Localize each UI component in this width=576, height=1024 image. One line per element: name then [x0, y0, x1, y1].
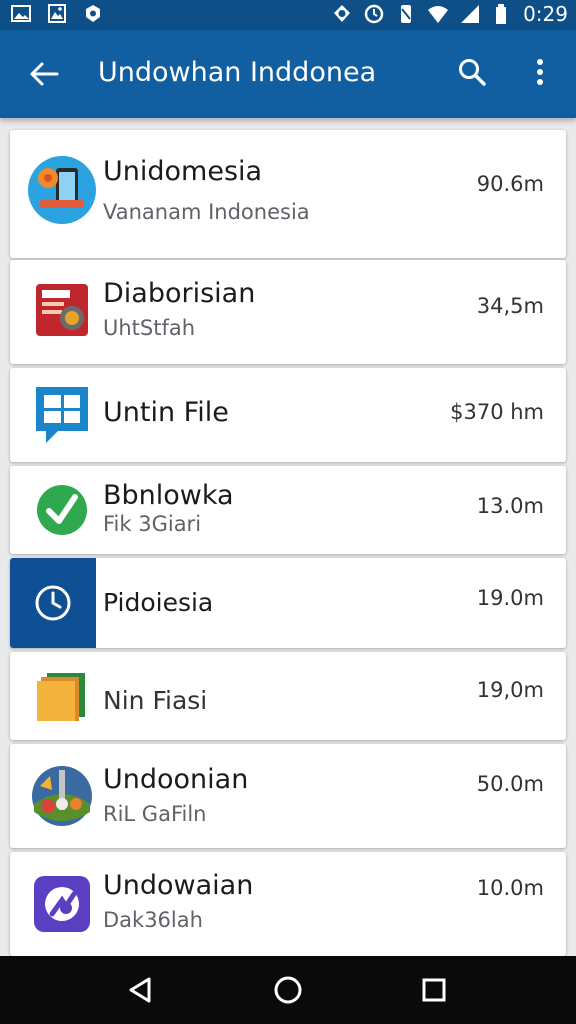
phone-browser-icon: [26, 154, 98, 226]
list-item[interactable]: Undoonian RiL GaFiln 50.0m: [10, 744, 566, 848]
app-subtitle: Vananam Indonesia: [103, 200, 310, 224]
list-item[interactable]: Bbnlowka Fik 3Giari 13.0m: [10, 466, 566, 554]
app-name: Undowaian: [103, 870, 254, 901]
navigation-bar: [0, 956, 576, 1024]
vibrate-icon: [401, 5, 412, 23]
app-subtitle: RiL GaFiln: [103, 802, 207, 826]
app-size: $370 hm: [450, 400, 544, 424]
signal-icon: [461, 5, 480, 23]
status-time: 0:29: [523, 2, 568, 26]
clock-tile: [10, 558, 96, 648]
image-icon: [11, 5, 31, 22]
purple-app-icon: [26, 868, 98, 940]
app-size: 19.0m: [476, 586, 544, 610]
list-item[interactable]: Nin Fiasi 19,0m: [10, 652, 566, 740]
wifi-icon: [428, 6, 449, 23]
arrow-back-icon: [30, 62, 59, 86]
nav-back-button[interactable]: [120, 970, 160, 1010]
battery-icon: [496, 4, 507, 24]
file-window-icon: [26, 379, 98, 451]
list-item[interactable]: Untin File $370 hm: [10, 368, 566, 462]
more-vert-icon: [537, 59, 543, 85]
app-bar: Undowhan Inddonea: [0, 30, 576, 118]
green-check-icon: [26, 474, 98, 546]
app-size: 34,5m: [476, 294, 544, 318]
folder-icon: [26, 660, 98, 732]
page-title: Undowhan Inddonea: [98, 57, 377, 88]
app-name: Pidoiesia: [103, 588, 214, 617]
list-item[interactable]: Pidoiesia 19.0m: [10, 558, 566, 648]
app-name: Unidomesia: [103, 156, 263, 187]
status-bar: 0:29: [0, 0, 576, 30]
square-recents-icon: [422, 978, 446, 1002]
nav-home-button[interactable]: [268, 970, 308, 1010]
search-button[interactable]: [452, 52, 492, 92]
app-name: Nin Fiasi: [103, 686, 208, 715]
app-size: 90.6m: [476, 172, 544, 196]
garden-icon: [26, 760, 98, 832]
list-item[interactable]: Undowaian Dak36lah 10.0m: [10, 852, 566, 956]
list-item[interactable]: Diaborisian UhtStfah 34,5m: [10, 260, 566, 364]
back-button[interactable]: [22, 54, 66, 94]
red-book-icon: [26, 274, 98, 346]
app-subtitle: Fik 3Giari: [103, 512, 202, 536]
app-name: Bbnlowka: [103, 480, 234, 511]
list-item[interactable]: Unidomesia Vananam Indonesia 90.6m: [10, 130, 566, 258]
notification-icon: [86, 5, 100, 22]
app-subtitle: Dak36lah: [103, 908, 203, 932]
nav-recents-button[interactable]: [414, 970, 454, 1010]
app-subtitle: UhtStfah: [103, 316, 196, 340]
app-size: 19,0m: [476, 678, 544, 702]
alarm-icon: [364, 4, 384, 24]
gallery-icon: [48, 4, 66, 23]
triangle-back-icon: [129, 977, 151, 1003]
app-size: 50.0m: [476, 772, 544, 796]
app-name: Undoonian: [103, 764, 249, 795]
overflow-menu-button[interactable]: [522, 52, 558, 92]
circle-home-icon: [274, 976, 302, 1004]
app-name: Diaborisian: [103, 278, 256, 309]
app-size: 10.0m: [476, 876, 544, 900]
app-list: Unidomesia Vananam Indonesia 90.6m Diabo…: [0, 118, 576, 956]
clock-icon: [35, 585, 71, 621]
app-name: Untin File: [103, 397, 229, 428]
app-size: 13.0m: [476, 494, 544, 518]
search-icon: [459, 59, 486, 86]
sync-icon: [334, 5, 351, 22]
